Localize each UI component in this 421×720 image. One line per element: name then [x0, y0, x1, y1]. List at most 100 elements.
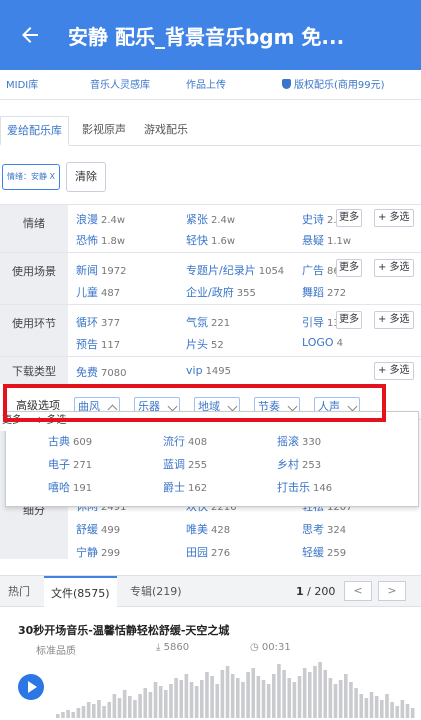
waveform-bar: [153, 682, 158, 718]
multi-select-button[interactable]: + 多选: [374, 259, 414, 277]
option[interactable]: 爵士 162: [163, 479, 207, 495]
waveform-bar: [133, 700, 137, 718]
option[interactable]: 打击乐 146: [277, 479, 332, 495]
option[interactable]: 浪漫 2.4w: [76, 211, 125, 227]
option[interactable]: 循环 377: [76, 314, 120, 330]
option[interactable]: 蓝调 255: [163, 456, 207, 472]
waveform-bar: [107, 702, 112, 718]
clock-icon: ◷: [250, 642, 259, 653]
result-tabs: 热门 文件(8575) 专辑(219) 1 / 200 < >: [0, 575, 421, 608]
arrow-left-icon: [22, 27, 38, 43]
waveform-bar: [71, 712, 76, 718]
filter-row-mood: 情绪 浪漫2.4w 紧张2.4w 史诗2.4w 恐怖1.8w 轻快1.6w 悬疑…: [0, 204, 421, 252]
option[interactable]: 紧张 2.4w: [186, 211, 235, 227]
play-button[interactable]: [18, 674, 44, 700]
waveform-bar: [174, 678, 178, 718]
option[interactable]: 流行 408: [163, 433, 207, 449]
waveform-bar: [97, 700, 101, 718]
option[interactable]: 舞蹈 272: [302, 284, 346, 300]
waveform-bar: [323, 670, 328, 718]
clear-button[interactable]: 清除: [66, 162, 106, 192]
waveform-bar: [333, 684, 338, 718]
web-content: MIDI库 音乐人灵感库 作品上传 版权配乐(商用99元) 爱给配乐库 影视原声…: [0, 70, 421, 720]
tab-game-music[interactable]: 游戏配乐: [144, 116, 188, 146]
option[interactable]: LOGO 4: [302, 336, 343, 349]
track-downloads: ⤓ 5860: [156, 642, 190, 653]
waveform-bar: [128, 696, 132, 718]
multi-select-button[interactable]: + 多选: [32, 413, 70, 431]
waveform-bar: [308, 672, 312, 718]
waveform-bar: [148, 692, 153, 718]
nav-midi[interactable]: MIDI库: [6, 76, 38, 91]
nav-inspiration[interactable]: 音乐人灵感库: [90, 76, 150, 91]
option[interactable]: 轻缓 259: [302, 544, 346, 560]
nav-license[interactable]: 版权配乐(商用99元): [282, 76, 385, 91]
nav-upload[interactable]: 作品上传: [186, 76, 226, 91]
tab-aigei-library[interactable]: 爱给配乐库: [0, 116, 69, 146]
prev-page-button[interactable]: <: [344, 581, 372, 601]
option[interactable]: 舒缓 499: [76, 521, 120, 537]
option[interactable]: 田园 276: [186, 544, 230, 560]
chevron-down-icon: [287, 401, 298, 412]
waveform-bar: [266, 684, 271, 718]
option[interactable]: 嘻哈 191: [48, 479, 92, 495]
waveform-bar: [318, 662, 322, 718]
more-button[interactable]: 更多: [336, 311, 362, 329]
option[interactable]: 悬疑 1.1w: [302, 232, 351, 248]
more-button[interactable]: 更多: [336, 209, 362, 227]
tab-film-soundtrack[interactable]: 影视原声: [82, 116, 126, 146]
waveform-bar: [210, 676, 214, 718]
waveform-bar: [92, 704, 96, 718]
waveform-bar: [349, 682, 353, 718]
more-button[interactable]: 更多: [336, 259, 362, 277]
waveform-bar: [122, 690, 127, 718]
active-filter-chip[interactable]: 情绪：安静 X: [2, 164, 61, 190]
waveform-bar: [112, 694, 117, 718]
next-page-button[interactable]: >: [378, 581, 406, 601]
waveform-bar: [143, 688, 148, 718]
waveform-bar: [86, 702, 91, 718]
tab-files[interactable]: 文件(8575): [44, 576, 117, 608]
waveform-bar: [158, 686, 163, 718]
more-button[interactable]: 更多: [0, 413, 24, 431]
multi-select-button[interactable]: + 多选: [374, 311, 414, 329]
option[interactable]: 思考 324: [302, 521, 346, 537]
option[interactable]: 摇滚 330: [277, 433, 321, 449]
waveform[interactable]: [56, 658, 416, 718]
tab-popular[interactable]: 热门: [8, 576, 30, 607]
back-button[interactable]: [0, 0, 60, 70]
row-label: 使用场景: [0, 253, 68, 304]
waveform-bar: [225, 666, 230, 718]
multi-select-button[interactable]: + 多选: [374, 362, 414, 380]
option[interactable]: vip 1495: [186, 364, 231, 377]
track-title[interactable]: 30秒开场音乐-温馨恬静轻松舒缓-天空之城: [18, 622, 229, 638]
waveform-bar: [164, 690, 168, 718]
option[interactable]: 轻快 1.6w: [186, 232, 235, 248]
waveform-bar: [236, 678, 240, 718]
row-label: 情绪: [0, 205, 68, 252]
option[interactable]: 预告 117: [76, 336, 120, 352]
waveform-bar: [287, 678, 292, 718]
option[interactable]: 片头 52: [186, 336, 224, 352]
option[interactable]: 新闻 1972: [76, 262, 126, 278]
waveform-bar: [354, 688, 358, 718]
option[interactable]: 电子 271: [48, 456, 92, 472]
option[interactable]: 恐怖 1.8w: [76, 232, 125, 248]
option[interactable]: 唯美 428: [186, 521, 230, 537]
option[interactable]: 广告 86: [302, 262, 340, 278]
chevron-down-icon: [347, 401, 358, 412]
option[interactable]: 宁静 299: [76, 544, 120, 560]
row-label: 下载类型: [0, 357, 68, 384]
tab-albums[interactable]: 专辑(219): [130, 576, 182, 607]
option[interactable]: 专题片/纪录片 1054: [186, 262, 284, 278]
multi-select-button[interactable]: + 多选: [374, 209, 414, 227]
option[interactable]: 企业/政府 355: [186, 284, 256, 300]
option[interactable]: 气氛 221: [186, 314, 230, 330]
option[interactable]: 儿童 487: [76, 284, 120, 300]
option[interactable]: 免费 7080: [76, 364, 126, 380]
app-bar: 安静 配乐_背景音乐bgm 免...: [0, 0, 421, 70]
filter-row-scene: 使用场景 新闻 1972 专题片/纪录片 1054 广告 86 儿童 487 企业/政府…: [0, 252, 421, 304]
waveform-bar: [380, 700, 384, 718]
option[interactable]: 乡村 253: [277, 456, 321, 472]
option[interactable]: 古典 609: [48, 433, 92, 449]
